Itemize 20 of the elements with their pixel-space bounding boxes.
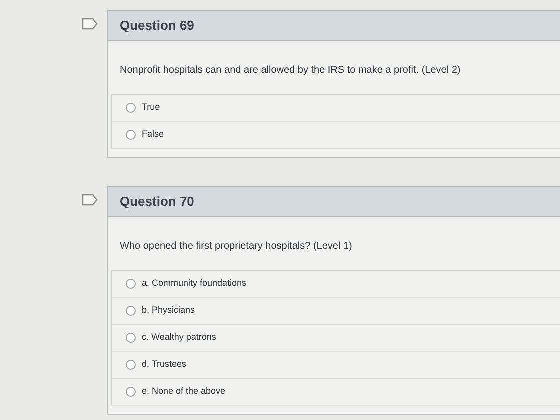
radio-button[interactable] xyxy=(126,130,136,140)
option-label[interactable]: False xyxy=(142,128,164,142)
option-label[interactable]: c. Wealthy patrons xyxy=(142,331,216,345)
option-label[interactable]: d. Trustees xyxy=(142,358,187,372)
option-label[interactable]: e. None of the above xyxy=(142,385,226,399)
radio-button[interactable] xyxy=(126,279,136,289)
question-text: Who opened the first proprietary hospitals? (Level 1) xyxy=(120,240,354,254)
option-label[interactable]: b. Physicians xyxy=(142,304,196,318)
radio-button[interactable] xyxy=(126,333,136,343)
option-label[interactable]: True xyxy=(142,101,160,115)
radio-button[interactable] xyxy=(126,360,136,370)
flag-icon[interactable] xyxy=(82,18,98,30)
radio-button[interactable] xyxy=(126,103,136,113)
question-title: Question 70 xyxy=(120,192,194,211)
radio-button[interactable] xyxy=(126,306,136,316)
radio-button[interactable] xyxy=(126,387,136,397)
option-label[interactable]: a. Community foundations xyxy=(142,277,247,291)
question-text: Nonprofit hospitals can and are allowed by the IRS to make a profit. (Level 2) xyxy=(120,64,462,78)
question-title: Question 69 xyxy=(120,16,194,35)
flag-icon[interactable] xyxy=(82,194,98,206)
